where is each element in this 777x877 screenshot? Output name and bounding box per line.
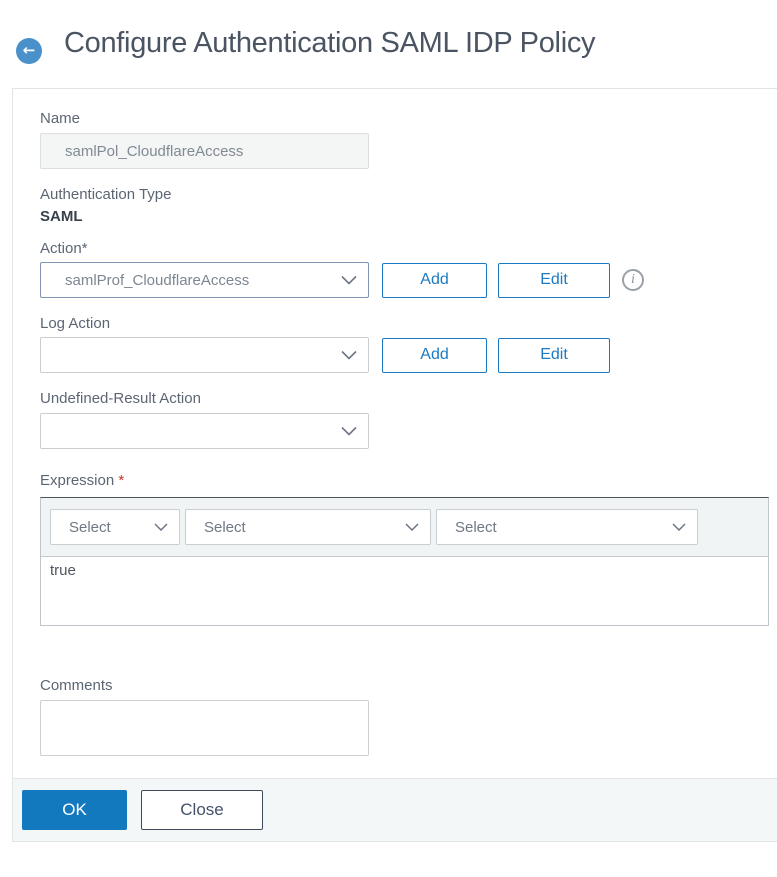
page-title: Configure Authentication SAML IDP Policy xyxy=(64,27,596,59)
form-body: Name Authentication Type SAML Action* sa… xyxy=(13,89,777,756)
log-action-label: Log Action xyxy=(40,315,111,332)
back-arrow-icon: ← xyxy=(22,41,36,59)
close-button[interactable]: Close xyxy=(141,790,263,830)
expression-input[interactable]: true xyxy=(41,557,768,625)
expression-toolbar: Select Select Select xyxy=(41,498,768,557)
action-label: Action* xyxy=(40,240,88,257)
name-input[interactable] xyxy=(40,133,369,169)
expression-label: Expression * xyxy=(40,472,777,490)
log-action-select[interactable] xyxy=(40,337,369,373)
chevron-down-icon xyxy=(672,523,686,532)
chevron-down-icon xyxy=(341,426,357,436)
chevron-down-icon xyxy=(341,350,357,360)
undefined-action-select[interactable] xyxy=(40,413,369,449)
expression-operator-select-1[interactable]: Select xyxy=(50,509,180,545)
action-row: samlProf_CloudflareAccess Add Edit i xyxy=(40,262,777,298)
action-edit-button[interactable]: Edit xyxy=(498,262,610,298)
comments-input[interactable] xyxy=(40,700,369,756)
name-label: Name xyxy=(40,110,81,127)
chevron-down-icon xyxy=(405,523,419,532)
page-header: ← Configure Authentication SAML IDP Poli… xyxy=(0,0,777,88)
undefined-action-label: Undefined-Result Action xyxy=(40,390,201,407)
auth-type-value: SAML xyxy=(40,208,83,225)
info-icon[interactable]: i xyxy=(622,269,644,291)
expression-operator-select-2[interactable]: Select xyxy=(185,509,431,545)
back-button[interactable]: ← xyxy=(16,38,42,64)
auth-type-label: Authentication Type xyxy=(40,186,172,203)
expression-operator-select-3-value: Select xyxy=(455,518,497,536)
log-action-edit-button[interactable]: Edit xyxy=(498,337,610,373)
action-select[interactable]: samlProf_CloudflareAccess xyxy=(40,262,369,298)
ok-button[interactable]: OK xyxy=(22,790,127,830)
expression-operator-select-1-value: Select xyxy=(69,518,111,536)
config-panel: Name Authentication Type SAML Action* sa… xyxy=(12,88,777,842)
comments-label: Comments xyxy=(40,677,113,694)
log-action-add-button[interactable]: Add xyxy=(382,337,487,373)
expression-operator-select-2-value: Select xyxy=(204,518,246,536)
action-add-button[interactable]: Add xyxy=(382,262,487,298)
expression-operator-select-3[interactable]: Select xyxy=(436,509,698,545)
expression-label-text: Expression xyxy=(40,472,115,489)
chevron-down-icon xyxy=(154,523,168,532)
required-asterisk: * xyxy=(118,472,125,489)
action-select-value: samlProf_CloudflareAccess xyxy=(65,271,250,289)
chevron-down-icon xyxy=(341,275,357,285)
form-footer: OK Close xyxy=(13,778,777,841)
expression-editor: Select Select Select true xyxy=(40,497,769,626)
log-action-row: Add Edit xyxy=(40,337,777,373)
